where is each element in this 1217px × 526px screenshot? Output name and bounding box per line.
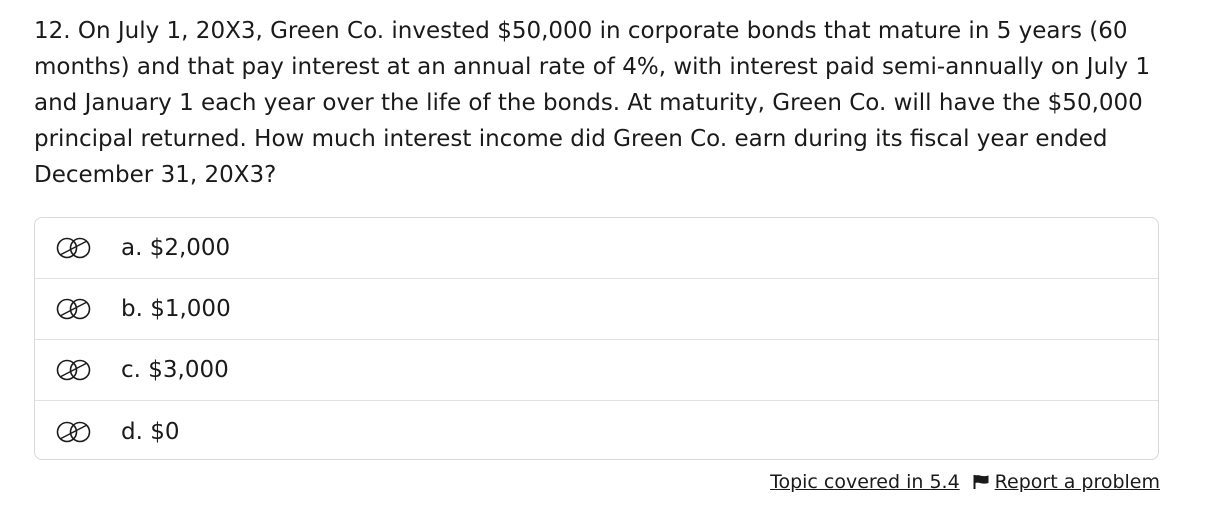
choice-label: b. $1,000 xyxy=(121,296,231,322)
choice-label: c. $3,000 xyxy=(121,357,229,383)
question-text: 12. On July 1, 20X3, Green Co. invested … xyxy=(34,18,1151,188)
answer-choices: a. $2,000 b. $1,000 c. $3,000 d. $0 xyxy=(34,217,1159,460)
choice-b[interactable]: b. $1,000 xyxy=(35,279,1158,340)
strikeout-circle-icon[interactable] xyxy=(56,358,96,382)
topic-link[interactable]: Topic covered in 5.4 xyxy=(770,469,960,495)
strikeout-circle-icon[interactable] xyxy=(56,236,96,260)
choice-c[interactable]: c. $3,000 xyxy=(35,340,1158,401)
choice-a[interactable]: a. $2,000 xyxy=(35,218,1158,279)
report-problem-link[interactable]: Report a problem xyxy=(995,469,1160,495)
strikeout-circle-icon[interactable] xyxy=(56,297,96,321)
choice-label: a. $2,000 xyxy=(121,235,231,261)
strikeout-circle-icon[interactable] xyxy=(56,420,96,444)
choice-d[interactable]: d. $0 xyxy=(35,401,1158,459)
flag-icon xyxy=(972,473,990,491)
choice-label: d. $0 xyxy=(121,418,180,445)
question-footer: Topic covered in 5.4 Report a problem xyxy=(770,469,1160,495)
